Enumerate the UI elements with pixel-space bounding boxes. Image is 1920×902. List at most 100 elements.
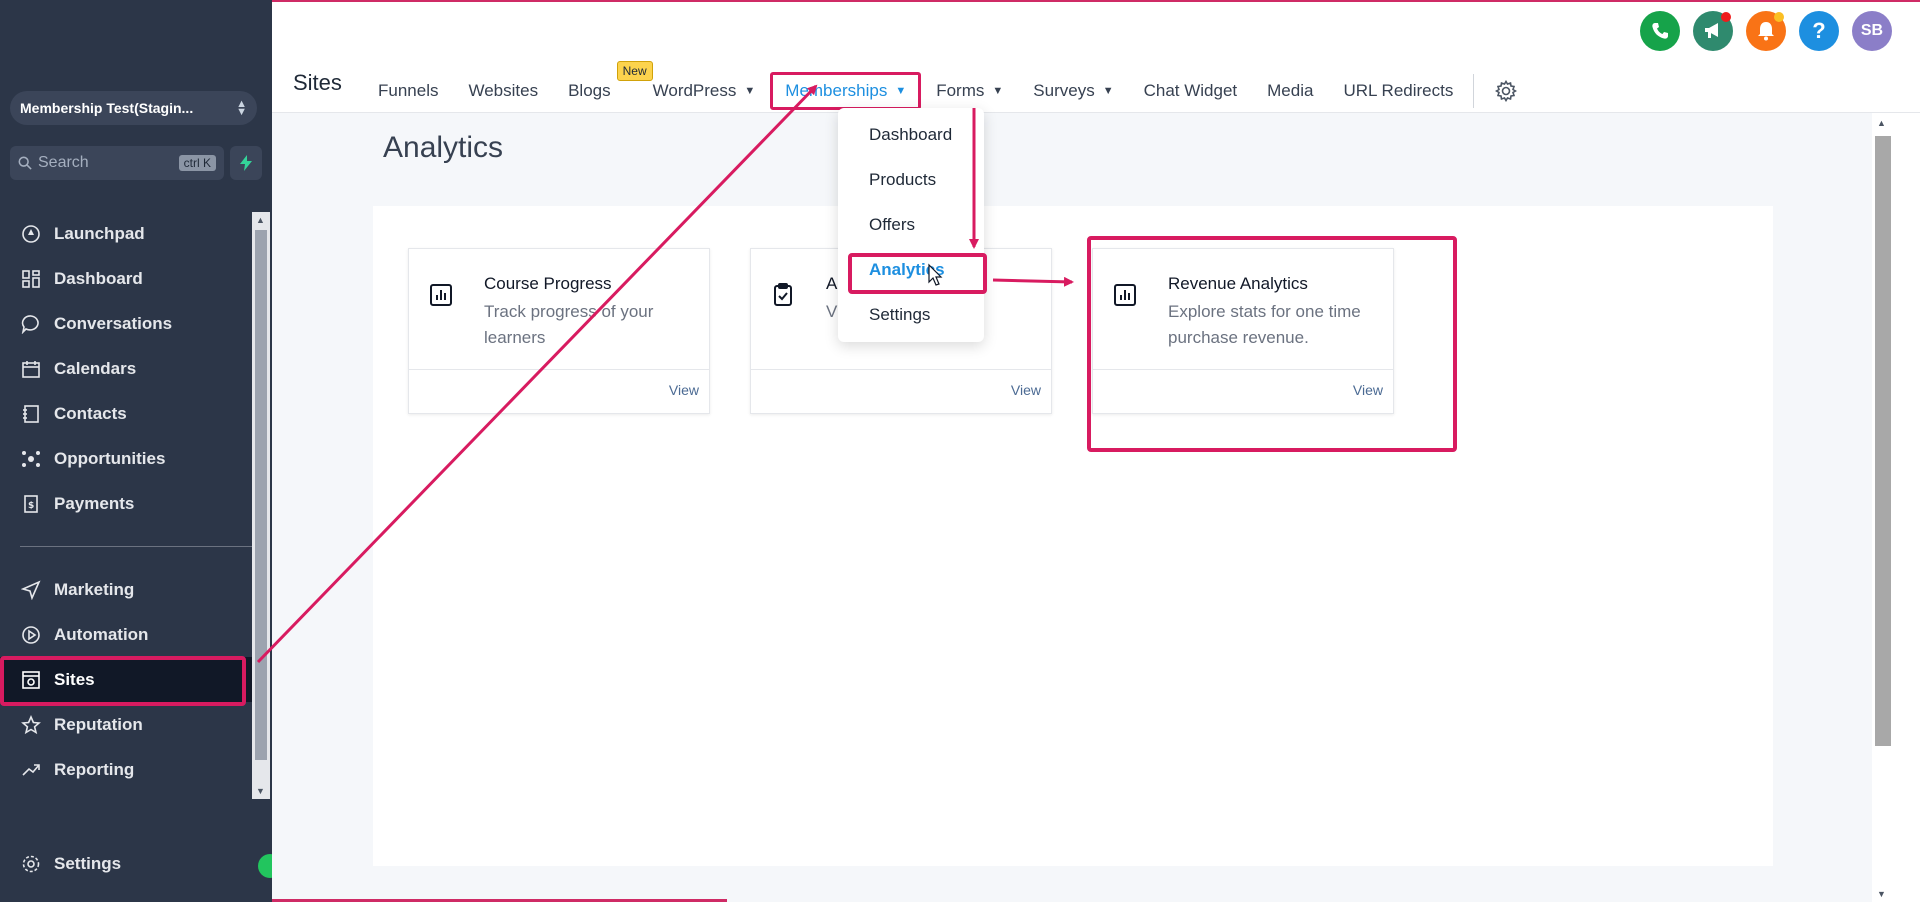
tab-label: Funnels: [378, 81, 439, 100]
revenue-analytics-card[interactable]: Revenue Analytics Explore stats for one …: [1092, 248, 1394, 414]
sidebar-item-conversations[interactable]: Conversations: [0, 301, 252, 346]
tab-funnels[interactable]: Funnels: [378, 81, 438, 101]
phone-icon: [1652, 23, 1668, 39]
menu-item-offers[interactable]: Offers: [869, 215, 915, 235]
sidebar-item-contacts[interactable]: Contacts: [0, 391, 252, 436]
bar-chart-icon: [430, 284, 452, 306]
sidebar-item-payments[interactable]: $ Payments: [0, 481, 252, 526]
analytics-cards-panel: Course Progress Track progress of your l…: [373, 206, 1773, 866]
lightning-icon: [240, 155, 252, 171]
sidebar-item-automation[interactable]: Automation: [0, 612, 252, 657]
sidebar-item-marketing[interactable]: Marketing: [0, 567, 252, 612]
sidebar-item-launchpad[interactable]: Launchpad: [0, 211, 252, 256]
quick-action-button[interactable]: [230, 146, 262, 180]
account-name: Membership Test(Stagin...: [20, 100, 194, 116]
gear-icon: [1495, 80, 1518, 102]
tab-bar: Funnels Websites Blogs New WordPress ▼ Me…: [378, 61, 1518, 110]
help-button[interactable]: ?: [1799, 11, 1839, 51]
announcements-button[interactable]: [1693, 11, 1733, 51]
sidebar-scrollbar-thumb[interactable]: [255, 230, 267, 760]
tab-surveys[interactable]: Surveys ▼: [1033, 81, 1113, 101]
tab-memberships[interactable]: Memberships ▼: [770, 72, 922, 110]
notification-dot: [1774, 12, 1784, 22]
chevron-down-icon: ▼: [895, 85, 907, 97]
help-icon: ?: [1812, 18, 1826, 43]
gear-icon: [20, 853, 42, 875]
avatar[interactable]: SB: [1852, 11, 1892, 51]
sidebar-item-label: Automation: [54, 624, 149, 644]
sidebar-item-label: Reputation: [54, 714, 143, 734]
sidebar-nav: Launchpad Dashboard Conversations Calend…: [0, 211, 252, 792]
course-progress-card[interactable]: Course Progress Track progress of your l…: [408, 248, 710, 414]
sidebar-item-label: Reporting: [54, 759, 135, 779]
search-shortcut-hint: ctrl K: [178, 155, 216, 171]
sites-settings-button[interactable]: [1494, 79, 1518, 103]
header-actions: ? SB: [1627, 11, 1892, 51]
page-title: Sites: [293, 70, 342, 95]
sidebar-item-reputation[interactable]: Reputation: [0, 702, 252, 747]
menu-item-dashboard[interactable]: Dashboard: [869, 125, 952, 145]
sidebar-item-label: Launchpad: [54, 223, 145, 243]
tab-label: Media: [1267, 81, 1314, 100]
tab-label: Websites: [468, 81, 539, 100]
tab-label: Surveys: [1033, 81, 1095, 100]
sidebar-item-calendars[interactable]: Calendars: [0, 346, 252, 391]
menu-item-settings[interactable]: Settings: [869, 305, 930, 325]
sidebar-item-label: Sites: [54, 669, 95, 689]
tab-wordpress[interactable]: WordPress ▼: [653, 81, 756, 101]
sidebar-scrollbar[interactable]: ▲ ▼: [252, 212, 270, 799]
tab-label: Forms: [936, 81, 985, 100]
chevron-down-icon: ▼: [744, 85, 756, 97]
menu-item-products[interactable]: Products: [869, 170, 936, 190]
main-scrollbar[interactable]: ▲ ▼: [1872, 113, 1892, 902]
scroll-down-arrow-icon[interactable]: ▼: [1877, 889, 1886, 899]
sidebar-item-settings[interactable]: Settings: [0, 841, 252, 886]
scroll-up-arrow-icon[interactable]: ▲: [1877, 118, 1886, 128]
network-icon: [20, 448, 42, 470]
card-description: Track progress of your learners: [484, 302, 654, 347]
chevron-updown-icon: ▲ ▼: [236, 98, 247, 118]
main-content: Analytics Course Progress Track progress…: [272, 113, 1892, 902]
clipboard-check-icon: [774, 283, 792, 306]
scroll-down-arrow-icon[interactable]: ▼: [256, 786, 265, 796]
sidebar-item-dashboard[interactable]: Dashboard: [0, 256, 252, 301]
search-input[interactable]: [38, 154, 158, 172]
card-title: Course Progress: [484, 274, 612, 293]
grid-icon: [20, 268, 42, 290]
notifications-button[interactable]: [1746, 11, 1786, 51]
card-title: A: [826, 274, 838, 293]
sidebar-item-opportunities[interactable]: Opportunities: [0, 436, 252, 481]
megaphone-icon: [1705, 23, 1718, 38]
globe-window-icon: [20, 669, 42, 691]
tab-media[interactable]: Media: [1267, 81, 1313, 101]
tab-label: URL Redirects: [1343, 81, 1454, 100]
sidebar-item-label: Calendars: [54, 358, 137, 378]
sidebar: Membership Test(Stagin... ▲▼ ctrl K Laun…: [0, 0, 272, 902]
tab-chat-widget[interactable]: Chat Widget: [1144, 81, 1238, 101]
view-link[interactable]: View: [1353, 382, 1383, 398]
search-box[interactable]: ctrl K: [10, 146, 224, 180]
play-circle-icon: [20, 624, 42, 646]
tab-blogs[interactable]: Blogs New: [568, 61, 653, 101]
view-link[interactable]: View: [1011, 382, 1041, 398]
send-icon: [20, 579, 42, 601]
sidebar-item-label: Dashboard: [54, 268, 143, 288]
sidebar-item-sites[interactable]: Sites: [0, 657, 252, 702]
tab-url-redirects[interactable]: URL Redirects: [1343, 81, 1453, 101]
phone-button[interactable]: [1640, 11, 1680, 51]
avatar-initials: SB: [1860, 22, 1884, 39]
tab-forms[interactable]: Forms ▼: [936, 81, 1003, 101]
tab-label: WordPress: [652, 81, 737, 100]
scroll-up-arrow-icon[interactable]: ▲: [256, 215, 265, 225]
search-icon: [18, 156, 32, 170]
rocket-icon: [20, 223, 42, 245]
account-switcher[interactable]: Membership Test(Stagin... ▲ ▼: [10, 91, 257, 125]
sidebar-item-reporting[interactable]: Reporting: [0, 747, 252, 792]
chat-bubble-icon: [20, 313, 42, 335]
sidebar-item-label: Settings: [54, 853, 122, 873]
main-scrollbar-thumb[interactable]: [1875, 136, 1891, 746]
memberships-dropdown-menu: Dashboard Products Offers Analytics Sett…: [838, 108, 984, 342]
menu-item-analytics[interactable]: Analytics: [869, 260, 945, 280]
view-link[interactable]: View: [669, 382, 699, 398]
tab-websites[interactable]: Websites: [468, 81, 538, 101]
